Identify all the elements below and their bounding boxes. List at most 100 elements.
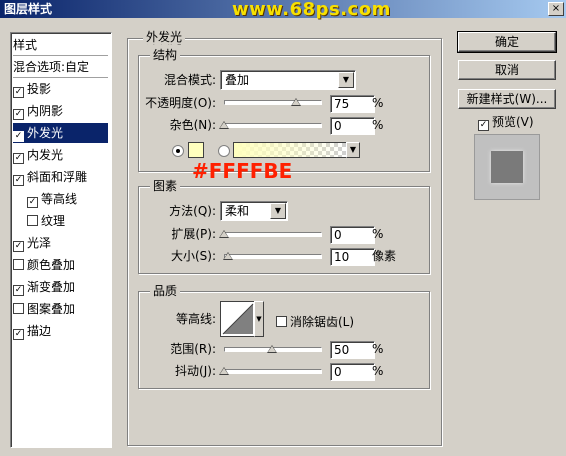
sidebar-item-label: 内发光 [27,148,64,162]
sidebar-item-label: 纹理 [41,214,66,228]
cancel-button[interactable]: 取消 [458,60,556,80]
checkbox-icon[interactable]: ✓ [13,285,24,296]
contour-label: 等高线: [175,312,216,326]
sidebar-item-label: 内阴影 [27,104,64,118]
spread-unit: % [372,227,384,241]
blend-mode-label: 混合模式: [163,73,216,87]
checkbox-icon[interactable]: ✓ [13,329,24,340]
range-input[interactable]: 50 [330,341,375,359]
opacity-slider-track[interactable] [224,100,322,105]
outer-glow-title: 外发光 [143,30,186,44]
noise-input[interactable]: 0 [330,117,375,135]
sidebar-item-label: 描边 [27,324,52,338]
anti-alias-check-icon [276,316,287,327]
spread-input[interactable]: 0 [330,226,375,244]
sidebar-item[interactable]: ✓ 斜面和浮雕 [13,167,108,187]
checkbox-icon[interactable]: ✓ [13,175,24,186]
sidebar-item-label: 渐变叠加 [27,280,76,294]
sidebar-item-label: 斜面和浮雕 [27,170,88,184]
sidebar-item[interactable]: ✓ 光泽 [13,233,108,253]
size-slider-track[interactable] [224,254,322,259]
anti-alias-checkbox[interactable]: 消除锯齿(L) [276,313,354,330]
checkbox-icon[interactable] [13,303,24,314]
sidebar-item[interactable]: ✓ 投影 [13,79,108,99]
range-label: 范围(R): [170,342,216,356]
styles-list: 样式 混合选项:自定 ✓ 投影 ✓ 内阴影 ✓ 外发光 ✓ 内发光 ✓ 斜面和浮雕 ✓ 等高线 纹理 ✓ 光… [10,32,112,448]
checkbox-icon[interactable]: ✓ [13,131,24,142]
new-style-button[interactable]: 新建样式(W)... [458,89,556,109]
preview-check-icon: ✓ [478,120,489,131]
contour-preview[interactable] [220,301,256,337]
blend-options-item[interactable]: 混合选项:自定 [13,57,108,78]
sidebar-item[interactable]: ✓ 渐变叠加 [13,277,108,297]
blend-mode-select[interactable]: 叠加 ▼ [220,70,356,90]
preview-label: 预览(V) [492,115,534,129]
opacity-slider-thumb[interactable] [291,98,301,106]
gradient-dropdown-icon[interactable]: ▼ [346,142,360,158]
sidebar-item[interactable]: ✓ 描边 [13,321,108,341]
blend-mode-value: 叠加 [225,73,250,87]
sidebar-item-label: 颜色叠加 [27,258,76,272]
color-hex-annotation: #FFFFBE [192,159,293,183]
elements-title: 图素 [150,179,181,193]
sidebar-item[interactable]: ✓ 内发光 [13,145,108,165]
method-label: 方法(Q): [169,204,216,218]
glow-color-swatch[interactable] [188,142,204,158]
noise-unit: % [372,118,384,132]
checkbox-icon[interactable] [13,259,24,270]
sidebar-item-label: 投影 [27,82,52,96]
watermark: www.68ps.com [232,0,391,20]
checkbox-icon[interactable]: ✓ [13,87,24,98]
sidebar-item[interactable]: 颜色叠加 [13,255,108,275]
spread-slider-thumb[interactable] [219,230,229,238]
size-unit: 像素 [372,249,397,263]
opacity-input[interactable]: 75 [330,95,375,113]
ok-button[interactable]: 确定 [457,31,557,53]
gradient-radio[interactable] [218,145,230,157]
sidebar-item[interactable]: 图案叠加 [13,299,108,319]
checkbox-icon[interactable]: ✓ [13,153,24,164]
sidebar-item-label: 图案叠加 [27,302,76,316]
contour-curve-icon [222,303,254,335]
noise-label: 杂色(N): [169,118,216,132]
size-label: 大小(S): [170,249,216,263]
sidebar-item[interactable]: ✓ 内阴影 [13,101,108,121]
gradient-preview[interactable] [233,142,347,158]
quality-title: 品质 [150,284,181,298]
checkbox-icon[interactable]: ✓ [27,197,38,208]
range-slider-thumb[interactable] [267,345,277,353]
styles-header[interactable]: 样式 [13,35,108,56]
spread-label: 扩展(P): [171,227,216,241]
sidebar-item-label: 外发光 [27,126,64,140]
structure-title: 结构 [150,48,181,62]
jitter-slider-thumb[interactable] [219,367,229,375]
close-button[interactable]: × [548,2,564,16]
checkbox-icon[interactable]: ✓ [13,241,24,252]
method-select[interactable]: 柔和 ▼ [220,201,288,221]
checkbox-icon[interactable]: ✓ [13,109,24,120]
chevron-down-icon: ▼ [338,72,354,88]
noise-slider-thumb[interactable] [219,121,229,129]
sidebar-item[interactable]: ✓ 等高线 [13,189,122,209]
solid-color-radio[interactable] [172,145,184,157]
style-preview-swatch [491,151,523,183]
preview-checkbox[interactable]: ✓ 预览(V) [478,113,534,131]
window-title: 图层样式 [4,2,53,16]
opacity-label: 不透明度(O): [145,96,216,110]
sidebar-item[interactable]: ✓ 外发光 [13,123,108,143]
sidebar-item-label: 等高线 [41,192,78,206]
range-unit: % [372,342,384,356]
size-slider-thumb[interactable] [222,252,233,260]
contour-dropdown-icon[interactable]: ▼ [254,301,264,337]
spread-slider-track[interactable] [224,232,322,237]
size-input[interactable]: 10 [330,248,375,266]
jitter-input[interactable]: 0 [330,363,375,381]
anti-alias-label: 消除锯齿(L) [290,315,355,329]
sidebar-item-label: 光泽 [27,236,52,250]
jitter-label: 抖动(J): [175,364,216,378]
checkbox-icon[interactable] [27,215,38,226]
jitter-slider-track[interactable] [224,369,322,374]
style-preview [474,134,540,200]
sidebar-item[interactable]: 纹理 [13,211,122,231]
noise-slider-track[interactable] [224,123,322,128]
